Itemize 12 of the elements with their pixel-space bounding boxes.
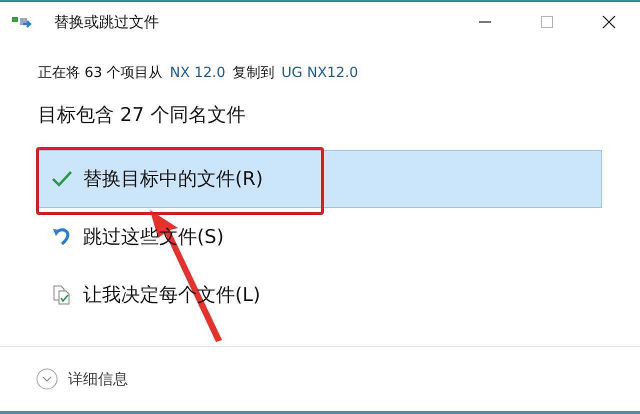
app-icon <box>12 15 34 29</box>
chevron-icon <box>36 368 58 390</box>
window-title: 替换或跳过文件 <box>54 12 159 32</box>
option-item[interactable]: 替换目标中的文件(R) <box>38 150 602 208</box>
close-icon <box>602 15 616 29</box>
maximize-icon <box>540 15 554 29</box>
status-text: 复制到 <box>232 64 274 82</box>
source-link[interactable]: NX 12.0 <box>170 65 226 81</box>
heading-text: 目标包含 27 个同名文件 <box>38 103 246 128</box>
details-toggle[interactable]: 详细信息 <box>36 368 128 390</box>
status-text: 正在将 63 个项目从 <box>38 64 163 82</box>
destination-link[interactable]: UG NX12.0 <box>281 65 358 81</box>
